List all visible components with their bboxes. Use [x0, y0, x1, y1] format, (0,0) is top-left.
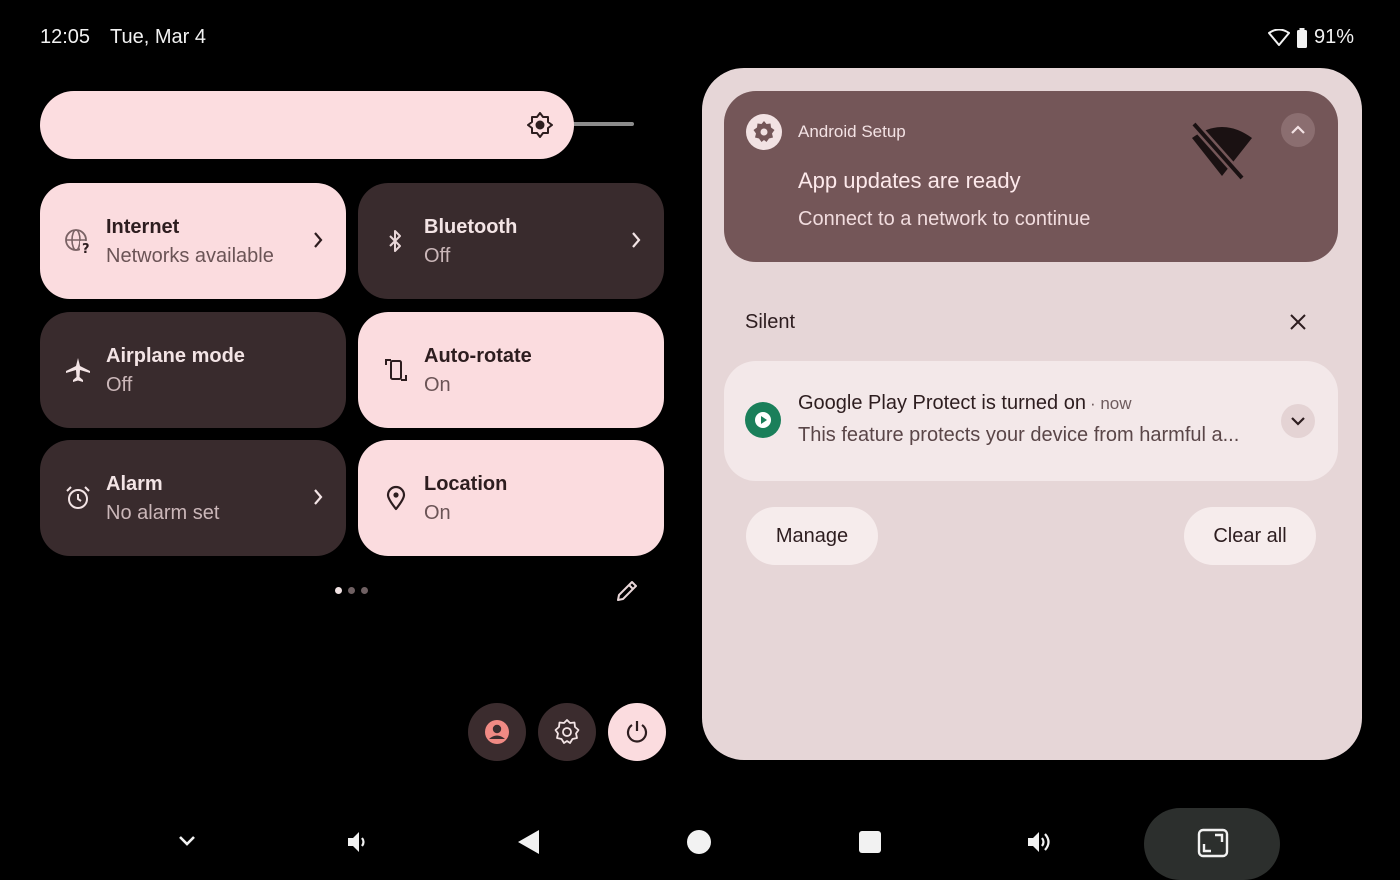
close-icon [1288, 312, 1308, 332]
silent-section-header: Silent [745, 311, 796, 333]
power-icon [623, 718, 651, 746]
volume-down-button[interactable] [346, 829, 370, 855]
status-icons: 91% [1267, 26, 1354, 49]
tile-auto-rotate-state: On [424, 374, 451, 396]
tile-bluetooth-label: Bluetooth [424, 216, 518, 238]
chevron-right-icon [312, 231, 324, 249]
tile-auto-rotate-label: Auto-rotate [424, 345, 532, 367]
location-icon [382, 484, 410, 512]
notification-play-protect[interactable] [724, 361, 1338, 481]
auto-rotate-icon [382, 356, 410, 384]
wifi-icon [1267, 28, 1290, 47]
tile-internet-state: Networks available [106, 245, 274, 267]
back-button[interactable] [515, 828, 541, 856]
svg-text:?: ? [82, 242, 90, 255]
notification-text: Connect to a network to continue [798, 208, 1091, 230]
tile-alarm-state: No alarm set [106, 502, 220, 524]
alarm-icon [64, 484, 92, 512]
brightness-icon [527, 112, 553, 138]
notification-title: Google Play Protect is turned on · now [798, 392, 1132, 415]
power-button[interactable] [608, 703, 666, 761]
chevron-down-icon [177, 834, 197, 848]
tile-bluetooth-state: Off [424, 245, 451, 267]
recents-square-icon [858, 830, 882, 854]
tile-internet[interactable]: ? Internet Networks available [40, 183, 346, 299]
user-switcher-button[interactable] [468, 703, 526, 761]
wifi-off-icon [1186, 118, 1258, 182]
collapse-notification-button[interactable] [1281, 113, 1315, 147]
tile-location-state: On [424, 502, 451, 524]
brightness-slider[interactable] [40, 91, 574, 159]
clear-silent-button[interactable] [1288, 312, 1308, 332]
tile-airplane-label: Airplane mode [106, 345, 245, 367]
edit-pencil-icon[interactable] [614, 578, 640, 604]
page-indicator-dot-active [335, 587, 342, 594]
notification-time: · now [1089, 394, 1132, 413]
play-protect-icon [745, 402, 781, 438]
rotate-screen-button[interactable] [1197, 828, 1229, 858]
settings-button[interactable] [538, 703, 596, 761]
airplane-icon [64, 356, 92, 384]
android-setup-gear-icon [746, 114, 782, 150]
volume-up-icon [1026, 828, 1056, 856]
tile-auto-rotate[interactable]: Auto-rotate On [358, 312, 664, 428]
globe-question-icon: ? [64, 227, 92, 255]
tile-alarm[interactable]: Alarm No alarm set [40, 440, 346, 556]
gear-icon [553, 718, 581, 746]
tile-location-label: Location [424, 473, 508, 495]
page-indicator-dot [348, 587, 355, 594]
tile-alarm-label: Alarm [106, 473, 163, 495]
status-time: 12:05 [40, 26, 91, 48]
screen-rotate-icon [1197, 828, 1229, 858]
notification-text: This feature protects your device from h… [798, 424, 1240, 446]
volume-down-icon [346, 829, 370, 855]
chevron-right-icon [630, 231, 642, 249]
expand-notification-button[interactable] [1281, 404, 1315, 438]
tile-internet-label: Internet [106, 216, 180, 238]
clear-all-button[interactable]: Clear all [1184, 507, 1316, 565]
notification-app-name: Android Setup [798, 122, 906, 141]
tile-airplane-mode[interactable]: Airplane mode Off [40, 312, 346, 428]
home-circle-icon [686, 829, 712, 855]
user-avatar-icon [483, 718, 511, 746]
tile-location[interactable]: Location On [358, 440, 664, 556]
chevron-right-icon [312, 488, 324, 506]
tile-bluetooth[interactable]: Bluetooth Off [358, 183, 664, 299]
bluetooth-icon [382, 227, 410, 255]
battery-percent: 91% [1313, 26, 1354, 48]
status-date: Tue, Mar 4 [110, 26, 206, 48]
back-triangle-icon [515, 828, 541, 856]
collapse-shade-button[interactable] [177, 834, 197, 848]
battery-icon [1296, 27, 1308, 48]
page-indicator-dot [361, 587, 368, 594]
chevron-down-icon [1290, 416, 1306, 426]
notification-title: App updates are ready [798, 168, 1021, 193]
home-button[interactable] [686, 829, 712, 855]
tile-airplane-state: Off [106, 374, 133, 396]
manage-button[interactable]: Manage [746, 507, 878, 565]
chevron-up-icon [1290, 125, 1306, 135]
play-protect-title: Google Play Protect is turned on [798, 392, 1086, 414]
volume-up-button[interactable] [1026, 828, 1056, 856]
recents-button[interactable] [858, 830, 882, 854]
